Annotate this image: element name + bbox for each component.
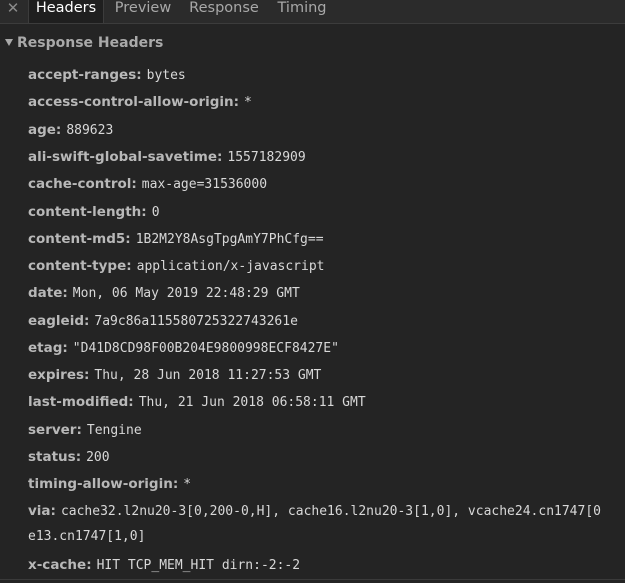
header-key: content-type: bbox=[28, 258, 132, 274]
header-row: server: Tengine bbox=[28, 420, 142, 438]
header-value: 889623 bbox=[66, 123, 114, 138]
header-row: timing-allow-origin: * bbox=[28, 474, 191, 492]
header-value: 0 bbox=[151, 205, 160, 220]
header-key: date: bbox=[28, 285, 68, 301]
header-value: 200 bbox=[86, 450, 110, 465]
header-row: eagleid: 7a9c86a115580725322743261e bbox=[28, 311, 298, 329]
section-title: Response Headers bbox=[17, 35, 164, 51]
header-value: Tengine bbox=[86, 423, 142, 438]
header-key: eagleid: bbox=[28, 313, 90, 329]
header-row: content-type: application/x-javascript bbox=[28, 256, 324, 274]
header-key: content-length: bbox=[28, 204, 147, 220]
header-value: HIT TCP_MEM_HIT dirn:-2:-2 bbox=[96, 558, 301, 573]
header-key: ali-swift-global-savetime: bbox=[28, 149, 223, 165]
header-value-continuation: e13.cn1747[1,0] bbox=[28, 529, 146, 544]
header-key: x-cache: bbox=[28, 557, 92, 573]
header-row: cache-control: max-age=31536000 bbox=[28, 174, 267, 192]
header-row: date: Mon, 06 May 2019 22:48:29 GMT bbox=[28, 283, 300, 301]
header-value: cache32.l2nu20-3[0,200-0,H], cache16.l2n… bbox=[60, 504, 601, 519]
header-row: accept-ranges: bytes bbox=[28, 65, 186, 83]
header-value: Thu, 21 Jun 2018 06:58:11 GMT bbox=[138, 395, 366, 410]
header-row: age: 889623 bbox=[28, 120, 113, 138]
header-value: 1B2M2Y8AsgTpgAmY7PhCfg== bbox=[135, 232, 324, 247]
header-value: "D41D8CD98F00B204E9800998ECF8427E" bbox=[72, 341, 339, 356]
header-key: expires: bbox=[28, 367, 90, 383]
divider bbox=[0, 579, 625, 580]
header-key: accept-ranges: bbox=[28, 67, 142, 83]
header-value: Thu, 28 Jun 2018 11:27:53 GMT bbox=[94, 368, 322, 383]
header-key: etag: bbox=[28, 340, 68, 356]
header-value: 7a9c86a115580725322743261e bbox=[94, 314, 298, 329]
header-key: via: bbox=[28, 503, 56, 519]
header-value: * bbox=[244, 95, 252, 110]
header-key: content-md5: bbox=[28, 231, 131, 247]
header-row: etag: "D41D8CD98F00B204E9800998ECF8427E" bbox=[28, 338, 339, 356]
header-value: bytes bbox=[146, 68, 186, 83]
triangle-down-icon bbox=[5, 39, 13, 46]
header-key: age: bbox=[28, 122, 62, 138]
close-icon[interactable]: ✕ bbox=[6, 0, 20, 20]
tab-timing[interactable]: Timing bbox=[274, 0, 330, 23]
header-row: last-modified: Thu, 21 Jun 2018 06:58:11 … bbox=[28, 392, 366, 410]
response-headers-section-toggle[interactable]: Response Headers bbox=[5, 35, 163, 53]
header-value: Mon, 06 May 2019 22:48:29 GMT bbox=[72, 286, 300, 301]
header-key: server: bbox=[28, 422, 82, 438]
header-row: content-md5: 1B2M2Y8AsgTpgAmY7PhCfg== bbox=[28, 229, 324, 247]
tab-response[interactable]: Response bbox=[186, 0, 262, 23]
header-row: via: cache32.l2nu20-3[0,200-0,H], cache16… bbox=[28, 501, 601, 519]
header-value: max-age=31536000 bbox=[141, 177, 268, 192]
header-key: status: bbox=[28, 449, 82, 465]
header-key: timing-allow-origin: bbox=[28, 476, 179, 492]
tab-preview[interactable]: Preview bbox=[111, 0, 175, 23]
tab-headers[interactable]: Headers bbox=[28, 0, 104, 23]
header-value: * bbox=[183, 477, 192, 492]
header-row: ali-swift-global-savetime: 1557182909 bbox=[28, 147, 306, 165]
header-value: 1557182909 bbox=[227, 150, 306, 165]
header-row: content-length: 0 bbox=[28, 202, 160, 220]
header-key: access-control-allow-origin: bbox=[28, 94, 240, 110]
header-row: access-control-allow-origin: * bbox=[28, 92, 252, 110]
header-value: application/x-javascript bbox=[136, 259, 325, 274]
devtools-tab-bar: ✕ Headers Preview Response Timing bbox=[0, 0, 625, 24]
header-row: expires: Thu, 28 Jun 2018 11:27:53 GMT bbox=[28, 365, 321, 383]
header-row: status: 200 bbox=[28, 447, 110, 465]
header-key: last-modified: bbox=[28, 394, 134, 410]
header-key: cache-control: bbox=[28, 176, 137, 192]
header-row: x-cache: HIT TCP_MEM_HIT dirn:-2:-2 bbox=[28, 555, 300, 573]
